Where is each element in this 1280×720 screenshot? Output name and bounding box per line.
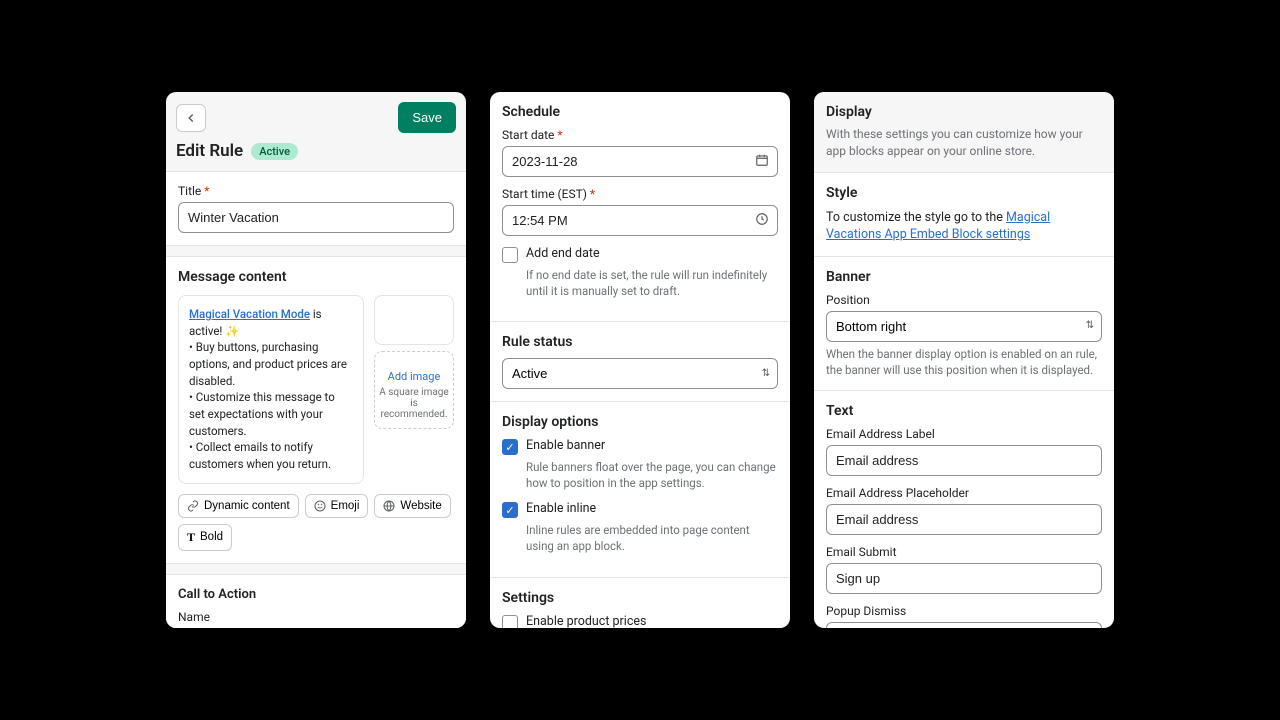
schedule-heading: Schedule: [502, 104, 778, 120]
text-heading: Text: [826, 403, 1102, 419]
bold-icon: T: [187, 530, 195, 545]
cta-heading: Call to Action: [178, 587, 454, 602]
chevron-updown-icon: ⇅: [762, 369, 770, 379]
email-label-input[interactable]: [826, 445, 1102, 476]
add-end-date-checkbox[interactable]: [502, 247, 518, 263]
message-editor[interactable]: Magical Vacation Mode is active! ✨ • Buy…: [178, 295, 364, 484]
add-image-dropzone[interactable]: Add image A square image is recommended.: [374, 351, 454, 429]
style-heading: Style: [826, 185, 1102, 201]
enable-banner-checkbox[interactable]: [502, 439, 518, 455]
popup-dismiss-input[interactable]: [826, 622, 1102, 628]
start-time-input[interactable]: [502, 205, 778, 236]
email-submit-input[interactable]: [826, 563, 1102, 594]
arrow-left-icon: [184, 111, 198, 125]
settings-heading: Settings: [502, 590, 778, 606]
display-heading: Display: [826, 104, 1102, 120]
style-text: To customize the style go to the: [826, 210, 1006, 225]
clock-icon: [755, 212, 769, 230]
emoji-button[interactable]: Emoji: [305, 494, 369, 518]
email-submit-label: Email Submit: [826, 545, 1102, 559]
schedule-panel: Schedule Start date * Start time (EST) *: [490, 92, 790, 628]
message-bullet-2: Customize this message to set expectatio…: [189, 390, 335, 437]
popup-dismiss-label: Popup Dismiss: [826, 604, 1102, 618]
email-placeholder-input[interactable]: [826, 504, 1102, 535]
email-placeholder-label: Email Address Placeholder: [826, 486, 1102, 500]
message-content-heading: Message content: [178, 269, 454, 285]
banner-position-select[interactable]: Bottom right: [826, 311, 1102, 342]
enable-inline-help: Inline rules are embedded into page cont…: [526, 522, 778, 554]
link-icon: [187, 500, 199, 512]
display-panel: Display With these settings you can cust…: [814, 92, 1114, 628]
back-button[interactable]: [176, 104, 206, 132]
message-mode-link[interactable]: Magical Vacation Mode: [189, 307, 310, 321]
enable-inline-checkbox[interactable]: [502, 502, 518, 518]
enable-inline-label: Enable inline: [526, 501, 596, 516]
start-time-label: Start time (EST) *: [502, 187, 778, 201]
globe-icon: [383, 500, 395, 512]
banner-position-label: Position: [826, 293, 1102, 307]
status-badge: Active: [251, 143, 298, 160]
image-hint: A square image is recommended.: [379, 387, 448, 420]
end-date-help: If no end date is set, the rule will run…: [526, 267, 778, 299]
chevron-updown-icon: ⇅: [1086, 321, 1094, 331]
display-description: With these settings you can customize ho…: [826, 126, 1102, 160]
enable-banner-label: Enable banner: [526, 438, 605, 453]
banner-heading: Banner: [826, 269, 1102, 285]
title-label: Title *: [178, 184, 454, 198]
display-options-heading: Display options: [502, 414, 778, 430]
add-end-date-label: Add end date: [526, 246, 600, 261]
message-bullet-1: Buy buttons, purchasing options, and pro…: [189, 340, 347, 387]
message-bullet-3: Collect emails to notify customers when …: [189, 440, 331, 471]
banner-position-help: When the banner display option is enable…: [826, 346, 1102, 378]
add-image-link[interactable]: Add image: [379, 370, 449, 383]
email-label-label: Email Address Label: [826, 427, 1102, 441]
enable-prices-label: Enable product prices: [526, 614, 646, 628]
rule-status-heading: Rule status: [502, 334, 778, 350]
start-date-input[interactable]: [502, 146, 778, 177]
rule-status-select[interactable]: Active: [502, 358, 778, 389]
save-button[interactable]: Save: [398, 102, 456, 133]
enable-banner-help: Rule banners float over the page, you ca…: [526, 459, 778, 491]
website-button[interactable]: Website: [374, 494, 450, 518]
cta-name-label: Name: [178, 610, 454, 624]
dynamic-content-button[interactable]: Dynamic content: [178, 494, 299, 518]
image-upload-area: Add image A square image is recommended.: [374, 295, 454, 484]
emoji-icon: [314, 500, 326, 512]
enable-prices-checkbox[interactable]: [502, 615, 518, 628]
title-input[interactable]: [178, 202, 454, 233]
bold-button[interactable]: T Bold: [178, 524, 232, 551]
page-title: Edit Rule: [176, 141, 243, 161]
calendar-icon: [755, 153, 769, 171]
edit-rule-panel: Save Edit Rule Active Title * Message co…: [166, 92, 466, 628]
start-date-label: Start date *: [502, 128, 778, 142]
